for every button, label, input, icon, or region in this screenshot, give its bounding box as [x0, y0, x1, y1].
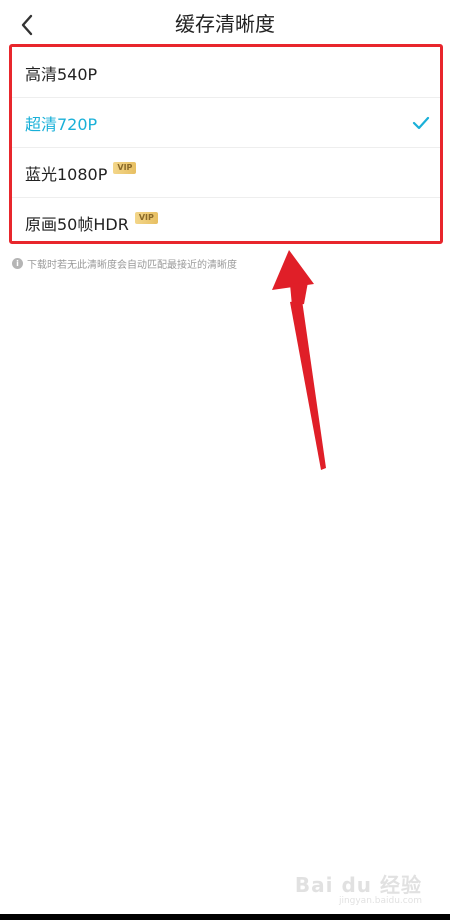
option-label: 超清720P: [25, 114, 98, 134]
annotation-arrow: [272, 250, 326, 470]
watermark-main-text: Bai du 经验: [294, 873, 422, 897]
bottom-bar: [0, 914, 450, 920]
back-button[interactable]: [12, 10, 42, 40]
hint-text-row: i 下载时若无此清晰度会自动匹配最接近的清晰度: [12, 256, 237, 271]
option-label: 蓝光1080P: [25, 164, 108, 184]
quality-options-list: 高清540P 超清720P 蓝光1080P VIP 原画50帧HDR VIP: [11, 48, 441, 248]
option-720p[interactable]: 超清720P: [11, 98, 441, 148]
info-icon: i: [12, 258, 23, 269]
vip-badge: VIP: [134, 212, 158, 224]
check-icon: [412, 116, 430, 130]
page-title: 缓存清晰度: [175, 12, 275, 36]
hint-text: 下载时若无此清晰度会自动匹配最接近的清晰度: [27, 260, 237, 271]
option-1080p[interactable]: 蓝光1080P VIP: [11, 148, 441, 198]
screen: 缓存清晰度 高清540P 超清720P 蓝光1080P VIP 原画50帧HDR…: [0, 0, 450, 920]
vip-badge: VIP: [113, 161, 137, 174]
option-540p[interactable]: 高清540P: [11, 48, 441, 98]
option-label: 原画50帧HDR: [25, 215, 129, 234]
header: 缓存清晰度: [0, 0, 450, 48]
baidu-jingyan-watermark: Bai du 经验 jingyan.baidu.com: [295, 869, 422, 906]
option-50fps-hdr[interactable]: 原画50帧HDR VIP: [11, 198, 441, 248]
chevron-left-icon: [21, 14, 33, 36]
option-label: 高清540P: [25, 64, 98, 84]
watermark-sub-text: jingyan.baidu.com: [338, 896, 422, 906]
